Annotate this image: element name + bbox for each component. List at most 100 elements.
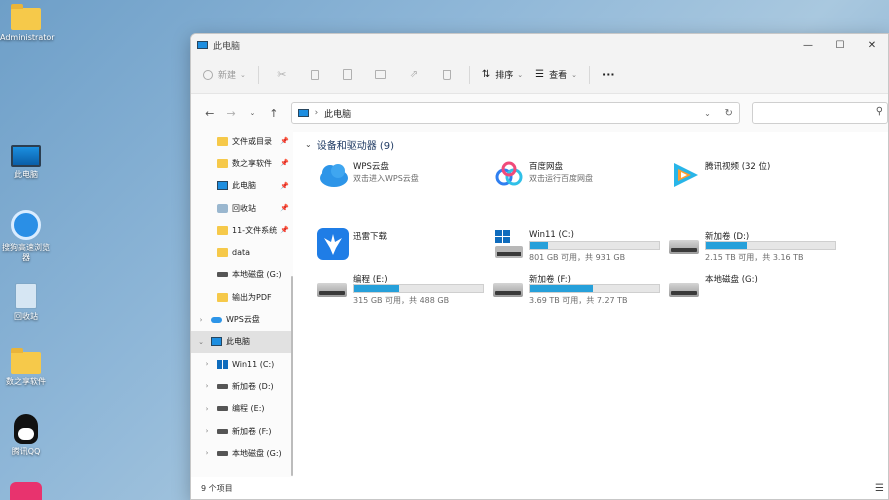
sidebar-scrollbar[interactable] — [291, 276, 293, 476]
sort-icon: ⇅ — [481, 69, 491, 80]
sidebar-item-quick-7[interactable]: 输出为PDF — [191, 286, 293, 308]
sidebar-item-drive-c[interactable]: › Win11 (C:) — [191, 353, 293, 375]
folder-icon — [217, 136, 228, 146]
pin-icon: 📌 — [280, 159, 289, 168]
desktop-icon-label: 腾讯QQ — [11, 447, 41, 456]
chevron-right-icon[interactable]: › — [201, 449, 213, 457]
breadcrumb-this-pc[interactable]: 此电脑 — [324, 107, 351, 120]
sidebar-item-label: Win11 (C:) — [232, 359, 275, 369]
rename-button[interactable] — [370, 64, 392, 86]
refresh-button[interactable]: ↻ — [724, 108, 732, 119]
sidebar-item-label: 本地磁盘 (G:) — [232, 448, 282, 458]
folder-icon — [11, 348, 41, 374]
sidebar-item-quick-6[interactable]: 本地磁盘 (G:) — [191, 264, 293, 286]
paste-button[interactable] — [337, 64, 359, 86]
sidebar-item-quick-3[interactable]: 回收站 📌 — [191, 197, 293, 219]
desktop-icon-label: 搜狗高速浏览器 — [2, 243, 50, 262]
sidebar-item-label: 此电脑 — [232, 181, 256, 191]
chevron-right-icon[interactable]: › — [201, 382, 213, 390]
forward-button[interactable]: → — [220, 107, 241, 120]
sidebar-item-quick-0[interactable]: 文件或目录 📌 — [191, 130, 293, 152]
copy-button[interactable] — [304, 64, 326, 86]
tile-drive-c[interactable]: Win11 (C:) 801 GB 可用，共 931 GB — [485, 228, 660, 262]
capacity-bar — [705, 241, 836, 250]
chevron-down-icon[interactable]: ⌄ — [195, 338, 207, 346]
view-button-label: 查看 — [549, 71, 568, 81]
more-options-button[interactable]: ··· — [602, 68, 615, 81]
chevron-down-icon[interactable]: ⌄ — [704, 109, 711, 118]
search-input[interactable]: ⚲ — [751, 102, 888, 124]
up-button[interactable]: ↑ — [263, 107, 284, 120]
qq-icon — [14, 414, 38, 444]
cloud-icon — [211, 316, 222, 323]
monitor-icon — [11, 145, 41, 167]
sidebar-item-label: 11-文件系统 — [232, 225, 278, 235]
group-header[interactable]: ⌄ 设备和驱动器 (9) — [305, 137, 394, 152]
desktop-icon-this-pc[interactable]: 此电脑 — [0, 145, 52, 180]
minimize-button[interactable]: — — [792, 34, 824, 56]
capacity-fill — [530, 242, 549, 249]
close-button[interactable]: ✕ — [856, 34, 888, 56]
tile-drive-e[interactable]: 编程 (E:) 315 GB 可用，共 488 GB — [309, 271, 484, 305]
tile-xunlei[interactable]: 迅雷下载 — [309, 228, 479, 262]
sidebar-item-quick-1[interactable]: 数之享软件 📌 — [191, 152, 293, 174]
desktop-icon-qq[interactable]: 腾讯QQ — [0, 414, 52, 457]
details-view-icon[interactable]: ☰ — [875, 483, 884, 494]
desktop-icon-administrator[interactable]: Administrator — [0, 4, 55, 43]
chevron-right-icon[interactable]: › — [201, 405, 213, 413]
chevron-right-icon[interactable]: › — [201, 427, 213, 435]
taskbar-app-icon[interactable] — [10, 482, 42, 500]
recent-locations-button[interactable]: ⌄ — [242, 109, 263, 117]
tile-name: WPS云盘 — [353, 162, 389, 172]
sort-button-label: 排序 — [495, 71, 514, 81]
sidebar-item-drive-d[interactable]: › 新加卷 (D:) — [191, 375, 293, 397]
tile-drive-d[interactable]: 新加卷 (D:) 2.15 TB 可用，共 3.16 TB — [661, 228, 836, 262]
cut-button[interactable]: ✂ — [271, 64, 293, 86]
address-bar[interactable]: › 此电脑 ⌄ ↻ — [290, 102, 740, 124]
desktop-icon-label: Administrator — [0, 33, 55, 42]
tile-drive-g[interactable]: 本地磁盘 (G:) — [661, 271, 831, 305]
toolbar-divider — [468, 65, 470, 84]
delete-button[interactable] — [436, 64, 458, 86]
desktop-icon-shuzhixiang[interactable]: 数之享软件 — [0, 348, 52, 387]
copy-icon — [310, 69, 319, 80]
desktop-icon-recycle-bin[interactable]: 回收站 — [0, 283, 52, 322]
wps-cloud-icon — [317, 160, 349, 190]
tile-tencent-video[interactable]: 腾讯视频 (32 位) — [661, 158, 831, 192]
sidebar-item-label: 新加卷 (F:) — [232, 426, 272, 436]
desktop-icon-sogou-browser[interactable]: 搜狗高速浏览器 — [0, 210, 52, 263]
tile-baidu-netdisk[interactable]: 百度网盘 双击运行百度网盘 — [485, 158, 655, 192]
tile-drive-f[interactable]: 新加卷 (F:) 3.69 TB 可用，共 7.27 TB — [485, 271, 660, 305]
sidebar-item-this-pc[interactable]: ⌄ 此电脑 — [191, 330, 293, 353]
back-button[interactable]: ← — [199, 107, 220, 120]
capacity-text: 2.15 TB 可用，共 3.16 TB — [705, 253, 804, 262]
monitor-icon — [197, 41, 208, 49]
chevron-right-icon[interactable]: › — [195, 316, 207, 324]
tile-wps-cloud[interactable]: WPS云盘 双击进入WPS云盘 — [309, 158, 479, 192]
sidebar-item-drive-f[interactable]: › 新加卷 (F:) — [191, 420, 293, 442]
sidebar-item-quick-5[interactable]: data — [191, 241, 293, 263]
sidebar-item-drive-e[interactable]: › 编程 (E:) — [191, 398, 293, 420]
view-button[interactable]: ☰ 查看 ⌄ — [535, 68, 577, 81]
desktop-icon-label: 回收站 — [14, 312, 38, 321]
sort-button[interactable]: ⇅ 排序 ⌄ — [482, 68, 523, 81]
monitor-icon — [217, 181, 228, 191]
new-button-label: 新建 — [218, 71, 237, 81]
monitor-icon — [211, 337, 222, 347]
share-button[interactable]: ⇗ — [403, 64, 425, 86]
chevron-right-icon[interactable]: › — [201, 360, 213, 368]
capacity-fill — [530, 285, 594, 292]
title-bar[interactable]: 此电脑 — ☐ ✕ — [191, 34, 888, 56]
sidebar-item-quick-2[interactable]: 此电脑 📌 — [191, 175, 293, 197]
new-button[interactable]: 新建 ⌄ — [203, 68, 246, 81]
sidebar-item-drive-g[interactable]: › 本地磁盘 (G:) — [191, 442, 293, 464]
drive-icon — [217, 272, 228, 278]
search-icon: ⚲ — [875, 106, 884, 117]
baidu-netdisk-icon — [493, 160, 525, 190]
maximize-button[interactable]: ☐ — [824, 34, 856, 56]
sidebar-item-wps-cloud[interactable]: › WPS云盘 — [191, 308, 293, 330]
scissors-icon: ✂ — [277, 68, 287, 81]
window-title: 此电脑 — [213, 41, 241, 52]
folder-icon — [217, 292, 228, 302]
sidebar-item-quick-4[interactable]: 11-文件系统 📌 — [191, 219, 293, 241]
